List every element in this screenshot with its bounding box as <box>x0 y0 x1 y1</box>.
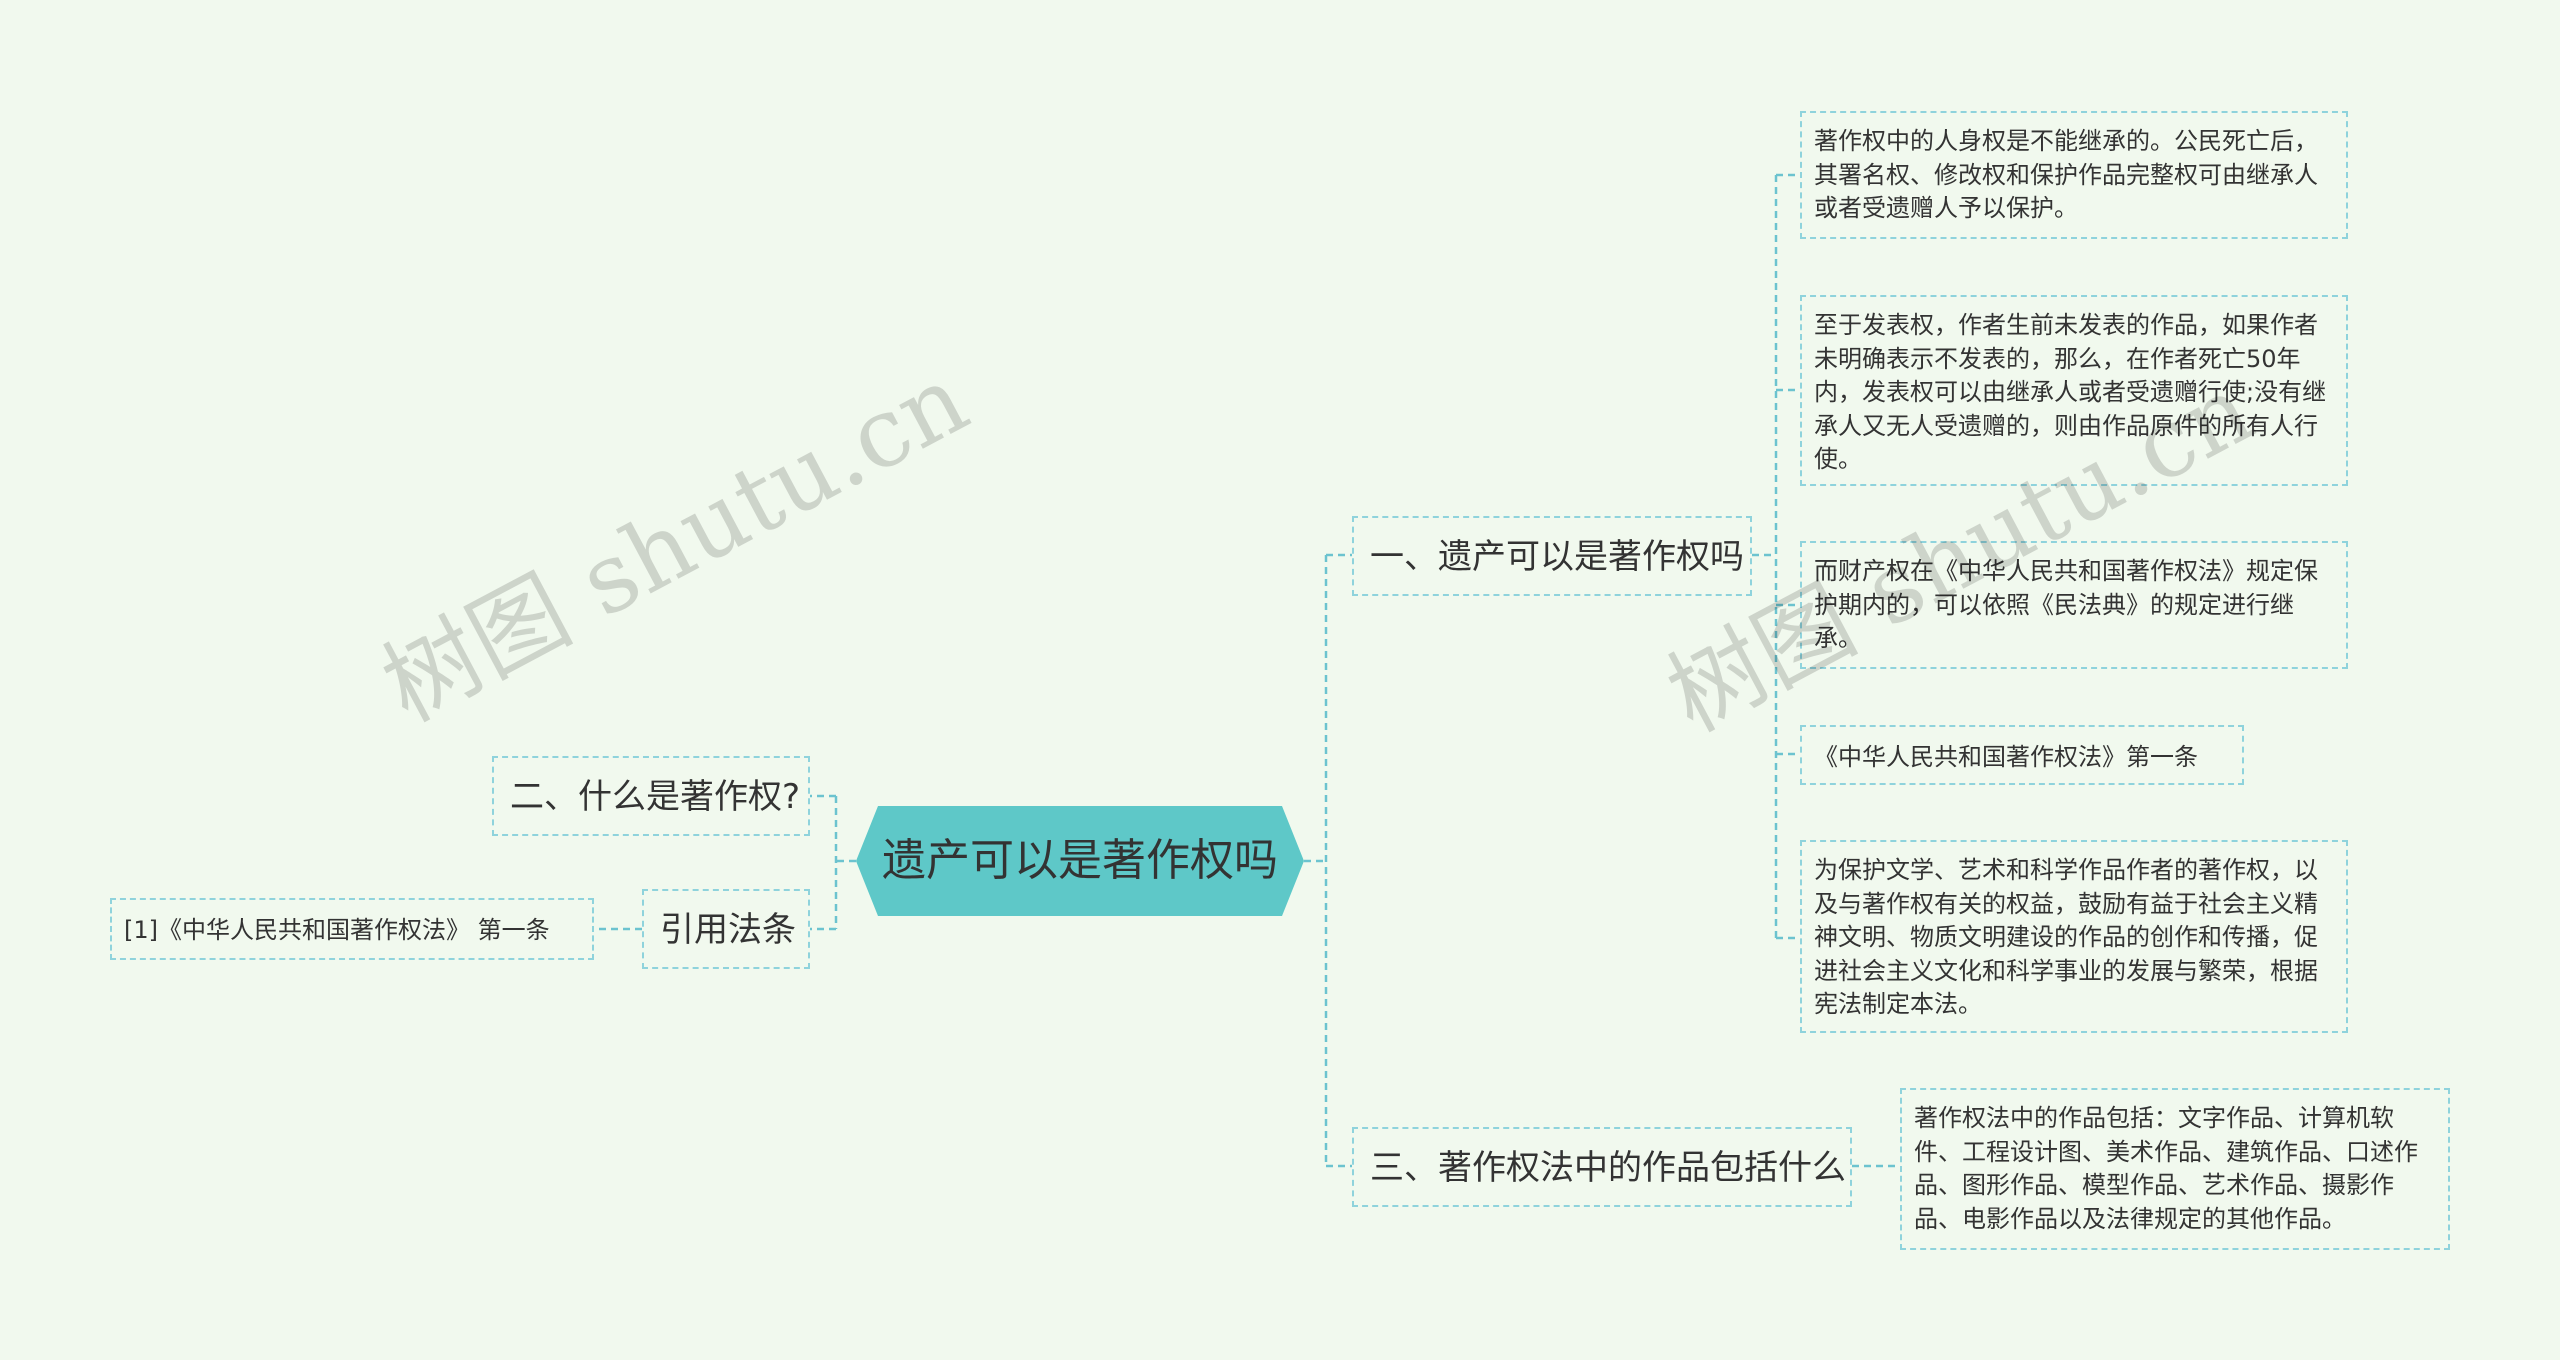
branch-node-citation[interactable]: 引用法条 <box>642 889 810 969</box>
leaf-text: 著作权中的人身权是不能继承的。公民死亡后，其署名权、修改权和保护作品完整权可由继… <box>1814 127 2318 222</box>
leaf-node-law-article-text[interactable]: 为保护文学、艺术和科学作品作者的著作权，以及与著作权有关的权益，鼓励有益于社会主… <box>1800 840 2348 1033</box>
leaf-node-law-article-title[interactable]: 《中华人民共和国著作权法》第一条 <box>1800 725 2244 785</box>
mind-map: 遗产可以是著作权吗 一、遗产可以是著作权吗 著作权中的人身权是不能继承的。公民死… <box>0 0 2560 1360</box>
leaf-text: [1]《中华人民共和国著作权法》 第一条 <box>124 916 550 944</box>
leaf-node-works-list[interactable]: 著作权法中的作品包括：文字作品、计算机软件、工程设计图、美术作品、建筑作品、口述… <box>1900 1088 2450 1250</box>
leaf-text: 为保护文学、艺术和科学作品作者的著作权，以及与著作权有关的权益，鼓励有益于社会主… <box>1814 856 2318 1018</box>
branch-node-works-included[interactable]: 三、著作权法中的作品包括什么 <box>1352 1127 1852 1207</box>
root-label: 遗产可以是著作权吗 <box>882 835 1278 886</box>
leaf-node-citation-reference[interactable]: [1]《中华人民共和国著作权法》 第一条 <box>110 898 594 960</box>
leaf-text: 《中华人民共和国著作权法》第一条 <box>1814 743 2198 771</box>
branch-label: 二、什么是著作权? <box>510 777 801 817</box>
branch-node-what-is-copyright[interactable]: 二、什么是著作权? <box>492 756 810 836</box>
root-node[interactable]: 遗产可以是著作权吗 <box>856 806 1304 916</box>
branch-label: 引用法条 <box>660 910 796 950</box>
branch-node-inheritance[interactable]: 一、遗产可以是著作权吗 <box>1352 516 1752 596</box>
branch-label: 三、著作权法中的作品包括什么 <box>1370 1148 1846 1188</box>
leaf-text: 著作权法中的作品包括：文字作品、计算机软件、工程设计图、美术作品、建筑作品、口述… <box>1914 1104 2418 1233</box>
branch-label: 一、遗产可以是著作权吗 <box>1370 537 1744 577</box>
leaf-node-personal-rights[interactable]: 著作权中的人身权是不能继承的。公民死亡后，其署名权、修改权和保护作品完整权可由继… <box>1800 111 2348 239</box>
